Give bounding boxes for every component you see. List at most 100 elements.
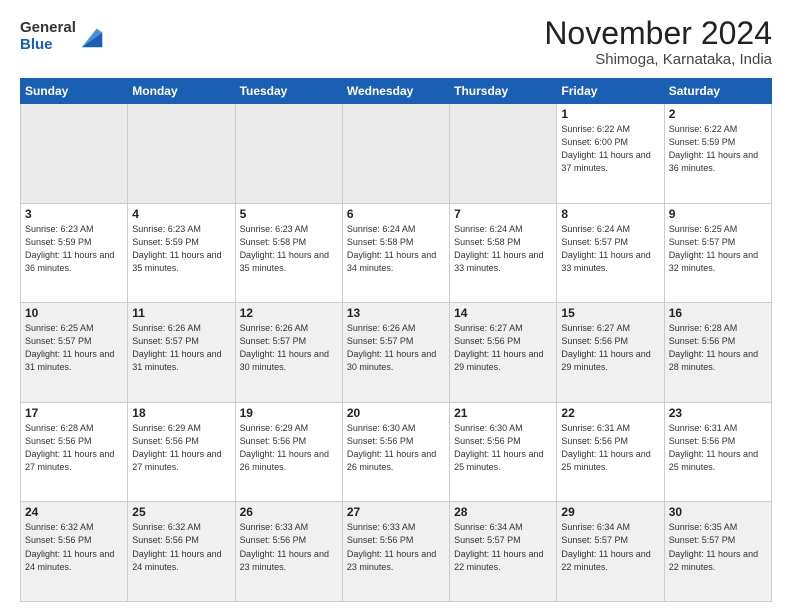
day-number: 4 [132, 207, 230, 221]
calendar-day-cell: 9 Sunrise: 6:25 AMSunset: 5:57 PMDaylight… [664, 203, 771, 303]
day-info: Sunrise: 6:26 AMSunset: 5:57 PMDaylight:… [240, 322, 338, 374]
day-number: 30 [669, 505, 767, 519]
calendar-day-header: Tuesday [235, 79, 342, 104]
calendar-day-cell: 15Sunrise: 6:27 AMSunset: 5:56 PMDayligh… [557, 303, 664, 403]
day-info: Sunrise: 6:24 AMSunset: 5:57 PMDaylight:… [561, 223, 659, 275]
day-number: 23 [669, 406, 767, 420]
calendar-day-cell: 29 Sunrise: 6:34 AMSunset: 5:57 PMDayligh… [557, 502, 664, 602]
page-subtitle: Shimoga, Karnataka, India [544, 51, 772, 68]
logo-general: General [20, 20, 76, 37]
day-info: Sunrise: 6:25 AMSunset: 5:57 PMDaylight:… [25, 322, 123, 374]
calendar-day-cell: 10 Sunrise: 6:25 AMSunset: 5:57 PMDayligh… [21, 303, 128, 403]
logo-icon [78, 23, 106, 51]
calendar-day-cell: 5 Sunrise: 6:23 AMSunset: 5:58 PMDaylight… [235, 203, 342, 303]
day-info: Sunrise: 6:31 AMSunset: 5:56 PMDaylight:… [561, 422, 659, 474]
calendar-day-header: Thursday [450, 79, 557, 104]
calendar-day-cell [450, 104, 557, 204]
calendar-day-cell: 16Sunrise: 6:28 AMSunset: 5:56 PMDayligh… [664, 303, 771, 403]
day-number: 5 [240, 207, 338, 221]
calendar-day-cell: 7 Sunrise: 6:24 AMSunset: 5:58 PMDaylight… [450, 203, 557, 303]
day-info: Sunrise: 6:24 AMSunset: 5:58 PMDaylight:… [454, 223, 552, 275]
day-number: 10 [25, 306, 123, 320]
calendar-day-cell: 4 Sunrise: 6:23 AMSunset: 5:59 PMDaylight… [128, 203, 235, 303]
calendar-day-cell: 28 Sunrise: 6:34 AMSunset: 5:57 PMDayligh… [450, 502, 557, 602]
day-number: 21 [454, 406, 552, 420]
calendar-day-cell [342, 104, 449, 204]
day-number: 12 [240, 306, 338, 320]
day-number: 18 [132, 406, 230, 420]
calendar-week-row: 10 Sunrise: 6:25 AMSunset: 5:57 PMDayligh… [21, 303, 772, 403]
day-number: 13 [347, 306, 445, 320]
header: General Blue November 2024 Shimoga, Karn… [20, 16, 772, 68]
logo: General Blue [20, 20, 106, 53]
day-info: Sunrise: 6:32 AMSunset: 5:56 PMDaylight:… [25, 521, 123, 573]
day-info: Sunrise: 6:22 AMSunset: 6:00 PMDaylight:… [561, 123, 659, 175]
day-info: Sunrise: 6:26 AMSunset: 5:57 PMDaylight:… [132, 322, 230, 374]
day-number: 28 [454, 505, 552, 519]
calendar-day-cell: 8 Sunrise: 6:24 AMSunset: 5:57 PMDaylight… [557, 203, 664, 303]
day-info: Sunrise: 6:27 AMSunset: 5:56 PMDaylight:… [561, 322, 659, 374]
calendar-day-header: Wednesday [342, 79, 449, 104]
calendar-day-cell [21, 104, 128, 204]
day-info: Sunrise: 6:30 AMSunset: 5:56 PMDaylight:… [347, 422, 445, 474]
day-info: Sunrise: 6:23 AMSunset: 5:59 PMDaylight:… [132, 223, 230, 275]
calendar-day-cell: 14 Sunrise: 6:27 AMSunset: 5:56 PMDayligh… [450, 303, 557, 403]
logo-text: General Blue [20, 20, 76, 53]
calendar-day-cell: 30 Sunrise: 6:35 AMSunset: 5:57 PMDayligh… [664, 502, 771, 602]
day-number: 26 [240, 505, 338, 519]
calendar-day-cell: 27Sunrise: 6:33 AMSunset: 5:56 PMDayligh… [342, 502, 449, 602]
day-number: 2 [669, 107, 767, 121]
calendar-day-cell: 6 Sunrise: 6:24 AMSunset: 5:58 PMDaylight… [342, 203, 449, 303]
day-number: 17 [25, 406, 123, 420]
day-info: Sunrise: 6:28 AMSunset: 5:56 PMDaylight:… [25, 422, 123, 474]
day-number: 29 [561, 505, 659, 519]
day-number: 14 [454, 306, 552, 320]
calendar-day-cell: 24 Sunrise: 6:32 AMSunset: 5:56 PMDayligh… [21, 502, 128, 602]
calendar-day-cell: 25 Sunrise: 6:32 AMSunset: 5:56 PMDayligh… [128, 502, 235, 602]
day-number: 20 [347, 406, 445, 420]
day-number: 24 [25, 505, 123, 519]
day-info: Sunrise: 6:31 AMSunset: 5:56 PMDaylight:… [669, 422, 767, 474]
day-info: Sunrise: 6:26 AMSunset: 5:57 PMDaylight:… [347, 322, 445, 374]
day-number: 1 [561, 107, 659, 121]
day-number: 9 [669, 207, 767, 221]
calendar-day-cell: 26 Sunrise: 6:33 AMSunset: 5:56 PMDayligh… [235, 502, 342, 602]
page: General Blue November 2024 Shimoga, Karn… [0, 0, 792, 612]
day-number: 22 [561, 406, 659, 420]
day-info: Sunrise: 6:32 AMSunset: 5:56 PMDaylight:… [132, 521, 230, 573]
calendar-day-cell: 23 Sunrise: 6:31 AMSunset: 5:56 PMDayligh… [664, 402, 771, 502]
day-number: 7 [454, 207, 552, 221]
day-info: Sunrise: 6:29 AMSunset: 5:56 PMDaylight:… [132, 422, 230, 474]
day-info: Sunrise: 6:34 AMSunset: 5:57 PMDaylight:… [454, 521, 552, 573]
day-number: 11 [132, 306, 230, 320]
day-info: Sunrise: 6:27 AMSunset: 5:56 PMDaylight:… [454, 322, 552, 374]
day-info: Sunrise: 6:35 AMSunset: 5:57 PMDaylight:… [669, 521, 767, 573]
calendar-day-cell: 21Sunrise: 6:30 AMSunset: 5:56 PMDayligh… [450, 402, 557, 502]
day-info: Sunrise: 6:28 AMSunset: 5:56 PMDaylight:… [669, 322, 767, 374]
day-info: Sunrise: 6:34 AMSunset: 5:57 PMDaylight:… [561, 521, 659, 573]
calendar-day-cell: 19 Sunrise: 6:29 AMSunset: 5:56 PMDayligh… [235, 402, 342, 502]
calendar-day-header: Sunday [21, 79, 128, 104]
day-number: 19 [240, 406, 338, 420]
calendar-day-cell [235, 104, 342, 204]
page-title: November 2024 [544, 16, 772, 51]
day-info: Sunrise: 6:24 AMSunset: 5:58 PMDaylight:… [347, 223, 445, 275]
calendar-day-cell: 22 Sunrise: 6:31 AMSunset: 5:56 PMDayligh… [557, 402, 664, 502]
day-number: 6 [347, 207, 445, 221]
logo-blue: Blue [20, 37, 76, 54]
day-number: 25 [132, 505, 230, 519]
day-info: Sunrise: 6:23 AMSunset: 5:59 PMDaylight:… [25, 223, 123, 275]
calendar-day-cell: 20 Sunrise: 6:30 AMSunset: 5:56 PMDayligh… [342, 402, 449, 502]
calendar-day-cell: 13 Sunrise: 6:26 AMSunset: 5:57 PMDayligh… [342, 303, 449, 403]
day-info: Sunrise: 6:25 AMSunset: 5:57 PMDaylight:… [669, 223, 767, 275]
day-info: Sunrise: 6:29 AMSunset: 5:56 PMDaylight:… [240, 422, 338, 474]
calendar-week-row: 17 Sunrise: 6:28 AMSunset: 5:56 PMDayligh… [21, 402, 772, 502]
calendar-day-cell: 18 Sunrise: 6:29 AMSunset: 5:56 PMDayligh… [128, 402, 235, 502]
day-number: 8 [561, 207, 659, 221]
calendar-day-cell: 11 Sunrise: 6:26 AMSunset: 5:57 PMDayligh… [128, 303, 235, 403]
day-info: Sunrise: 6:23 AMSunset: 5:58 PMDaylight:… [240, 223, 338, 275]
calendar-day-header: Saturday [664, 79, 771, 104]
calendar-day-cell: 3Sunrise: 6:23 AMSunset: 5:59 PMDaylight… [21, 203, 128, 303]
day-info: Sunrise: 6:22 AMSunset: 5:59 PMDaylight:… [669, 123, 767, 175]
day-info: Sunrise: 6:33 AMSunset: 5:56 PMDaylight:… [240, 521, 338, 573]
